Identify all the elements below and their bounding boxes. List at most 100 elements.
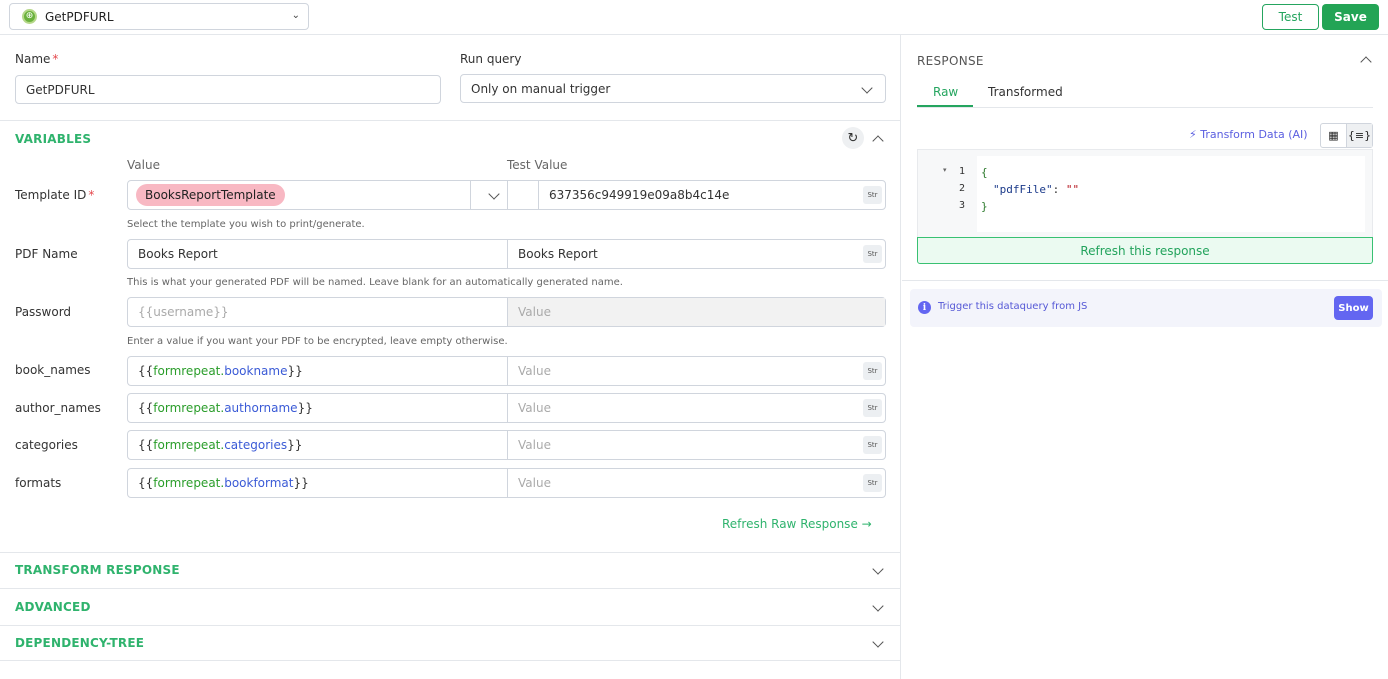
select-divider	[470, 181, 471, 209]
run-query-value: Only on manual trigger	[471, 81, 611, 96]
test-placeholder: Value	[518, 438, 551, 452]
refresh-response-button[interactable]: Refresh this response	[917, 237, 1373, 264]
brace-close: }}	[287, 364, 303, 378]
name-input[interactable]: GetPDFURL	[15, 75, 441, 104]
formats-row: {{formrepeat. bookformat}} Value Str	[127, 468, 886, 498]
chevron-up-icon[interactable]	[872, 135, 884, 147]
json-view-icon[interactable]: {≡}	[1346, 124, 1372, 147]
chevron-down-icon[interactable]	[872, 563, 884, 575]
author-names-input[interactable]: {{formrepeat. authorname}}	[128, 394, 508, 422]
brace-open: {{	[138, 364, 154, 378]
template-id-hint: Select the template you wish to print/ge…	[127, 219, 365, 230]
brace-close: }}	[287, 438, 303, 452]
divider	[902, 280, 1388, 281]
chevron-down-icon	[861, 82, 873, 94]
variables-section-title[interactable]: VARIABLES	[15, 132, 91, 146]
token-property: bookformat	[224, 476, 294, 490]
divider	[0, 660, 901, 661]
book-names-row: {{formrepeat. bookname}} Value Str	[127, 356, 886, 386]
chevron-down-icon: ⌄	[291, 10, 300, 21]
view-toggle: ▦ {≡}	[1320, 123, 1373, 148]
table-view-icon[interactable]: ▦	[1321, 124, 1346, 147]
show-button[interactable]: Show	[1334, 296, 1373, 320]
tab-raw[interactable]: Raw	[933, 85, 958, 99]
brace-open: {{	[138, 476, 154, 490]
test-placeholder: Value	[518, 401, 551, 415]
var-label-categories: categories	[15, 438, 78, 452]
code-brace-close: }	[981, 200, 988, 213]
json-colon: :	[1052, 183, 1066, 196]
chevron-down-icon[interactable]	[872, 600, 884, 612]
code-key: "pdfFile": ""	[993, 183, 1079, 196]
categories-test-input[interactable]: Value Str	[508, 431, 885, 459]
json-value: ""	[1065, 183, 1080, 196]
pdf-name-test-input[interactable]: Books Report Str	[508, 240, 885, 268]
query-selector[interactable]: ⊕ GetPDFURL ⌄	[9, 3, 309, 30]
str-badge: Str	[863, 436, 882, 454]
dependency-tree-section[interactable]: DEPENDENCY-TREE	[15, 636, 144, 650]
code-brace-open: {	[981, 166, 988, 179]
reload-icon[interactable]: ↻	[842, 127, 864, 149]
active-tab-indicator	[917, 105, 973, 107]
trigger-text: Trigger this dataquery from JS	[938, 301, 1088, 312]
template-id-label: Template ID *	[15, 188, 95, 202]
divider	[0, 120, 901, 121]
divider	[0, 552, 901, 553]
top-bar: ⊕ GetPDFURL ⌄ Test Save	[0, 0, 1388, 35]
book-names-test-input[interactable]: Value Str	[508, 357, 885, 385]
pdf-name-input[interactable]: Books Report	[128, 240, 508, 268]
template-id-test-value: 637356c949919e09a8b4c14e	[549, 188, 730, 202]
book-names-input[interactable]: {{formrepeat. bookname}}	[128, 357, 508, 385]
token-property: bookname	[224, 364, 288, 378]
response-title: RESPONSE	[917, 54, 984, 68]
formats-input[interactable]: {{formrepeat. bookformat}}	[128, 469, 508, 497]
str-badge: Str	[863, 186, 882, 204]
var-label-author-names: author_names	[15, 401, 101, 415]
template-id-select[interactable]: BooksReportTemplate	[128, 181, 508, 209]
brace-close: }}	[297, 401, 313, 415]
test-placeholder: Value	[518, 476, 551, 490]
chevron-up-icon[interactable]	[1360, 56, 1372, 68]
tab-transformed[interactable]: Transformed	[988, 85, 1063, 99]
test-button[interactable]: Test	[1262, 4, 1319, 30]
query-editor-panel: Name * GetPDFURL Run query Only on manual…	[0, 35, 901, 679]
password-label: Password	[15, 305, 72, 319]
test-value-column-header: Test Value	[507, 158, 568, 172]
author-names-test-input[interactable]: Value Str	[508, 394, 885, 422]
categories-input[interactable]: {{formrepeat. categories}}	[128, 431, 508, 459]
divider	[0, 625, 901, 626]
line-number: 1	[958, 166, 966, 177]
pdf-name-test-value: Books Report	[518, 247, 598, 261]
advanced-section[interactable]: ADVANCED	[15, 600, 91, 614]
tabs-underline-track	[917, 107, 1373, 108]
password-input[interactable]: {{username}}	[128, 298, 508, 326]
str-badge: Str	[863, 362, 882, 380]
template-pill: BooksReportTemplate	[136, 184, 285, 206]
token-object: formrepeat	[153, 476, 221, 490]
fold-arrow-icon[interactable]: ▾	[943, 166, 947, 174]
chevron-down-icon[interactable]	[488, 188, 500, 200]
password-test-input: Value	[508, 298, 885, 326]
categories-row: {{formrepeat. categories}} Value Str	[127, 430, 886, 460]
token-object: formrepeat	[153, 401, 221, 415]
name-label: Name *	[15, 52, 59, 66]
run-query-select[interactable]: Only on manual trigger	[460, 74, 886, 103]
brace-open: {{	[138, 438, 154, 452]
template-id-row: BooksReportTemplate 637356c949919e09a8b4…	[127, 180, 886, 210]
test-placeholder: Value	[518, 364, 551, 378]
refresh-raw-response-link[interactable]: Refresh Raw Response →	[722, 517, 872, 531]
transform-data-ai-link[interactable]: ⚡ Transform Data (AI)	[1189, 128, 1308, 141]
brace-open: {{	[138, 401, 154, 415]
author-names-row: {{formrepeat. authorname}} Value Str	[127, 393, 886, 423]
json-key: "pdfFile"	[993, 183, 1053, 196]
magic-wand-icon: ⚡	[1189, 128, 1197, 141]
pdf-generator-icon: ⊕	[22, 9, 37, 24]
formats-test-input[interactable]: Value Str	[508, 469, 885, 497]
save-button[interactable]: Save	[1322, 4, 1379, 30]
template-id-test-input[interactable]: 637356c949919e09a8b4c14e Str	[538, 181, 885, 209]
code-area[interactable]: { "pdfFile": "" }	[977, 156, 1365, 232]
chevron-down-icon[interactable]	[872, 636, 884, 648]
var-label-book-names: book_names	[15, 363, 91, 377]
transform-response-section[interactable]: TRANSFORM RESPONSE	[15, 563, 180, 577]
divider	[0, 588, 901, 589]
